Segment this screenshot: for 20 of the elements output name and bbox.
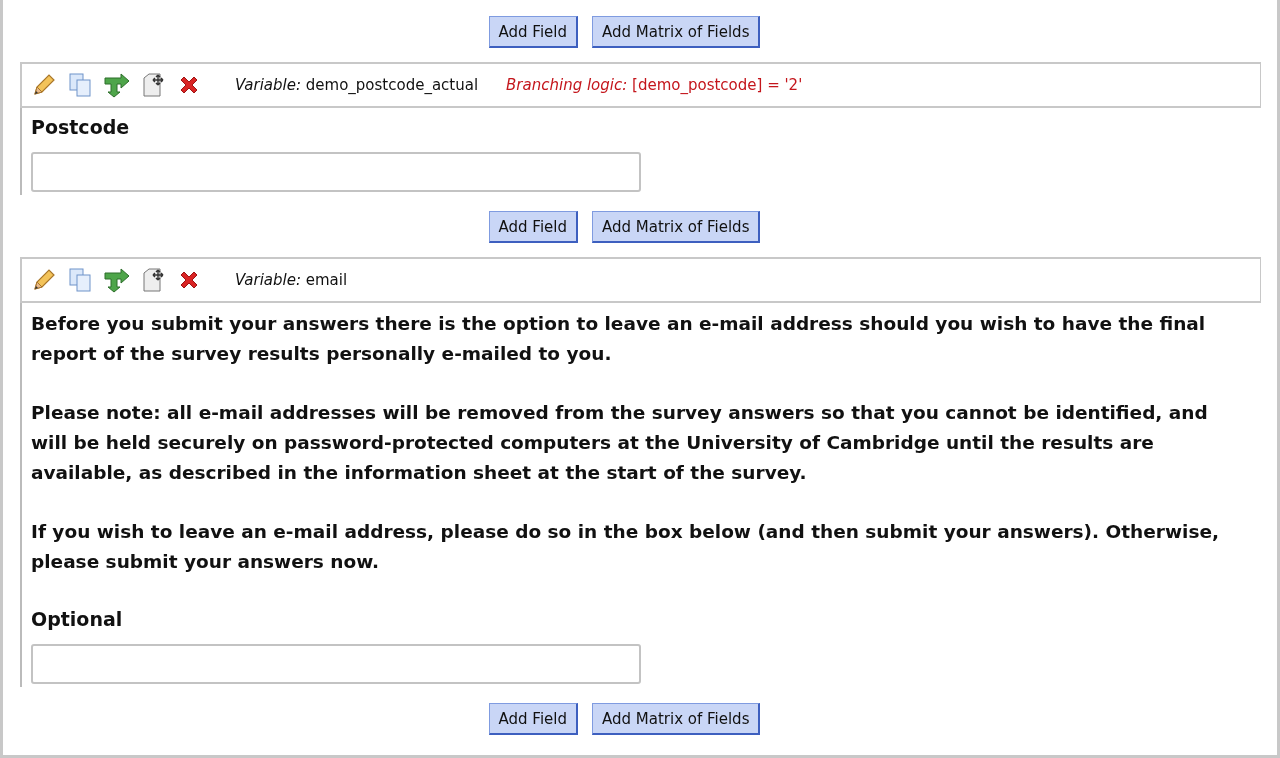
field-label: Postcode [31, 115, 131, 138]
text-input-field[interactable] [31, 644, 641, 684]
field-description: Before you submit your answers there is the option to leave an e-mail address should you wish to have the final report of the survey results personally e-mailed to you. [31, 312, 1207, 366]
branching-logic: Branching logic: [demo_postcode] = '2' [506, 76, 803, 94]
field-description: Please note: all e-mail addresses will be removed from the survey answers so that you cannot be identified, and will be held securely on password-protected computers at the University of Cambridge until the results are available, as described in the information sheet at the start of the survey. [31, 401, 1209, 485]
text-input-field[interactable] [31, 152, 641, 192]
branch-arrow-icon[interactable] [103, 72, 131, 98]
add-button[interactable]: Add Field [488, 703, 578, 735]
branch-arrow-icon[interactable] [103, 267, 131, 293]
field-label: Optional [31, 607, 124, 630]
pencil-icon[interactable] [31, 267, 57, 293]
add-button[interactable]: Add Field [488, 211, 578, 243]
add-button[interactable]: Add Matrix of Fields [592, 211, 761, 243]
variable-name: Variable: email [235, 271, 348, 289]
add-button[interactable]: Add Matrix of Fields [592, 16, 761, 48]
pencil-icon[interactable] [31, 72, 57, 98]
add-button[interactable]: Add Field [488, 16, 578, 48]
field-description: If you wish to leave an e-mail address, please do so in the box below (and then submit your answers). Otherwise, please submit your answers now. [31, 520, 1220, 574]
variable-name: Variable: demo_postcode_actual [235, 76, 479, 94]
add-button[interactable]: Add Matrix of Fields [592, 703, 761, 735]
